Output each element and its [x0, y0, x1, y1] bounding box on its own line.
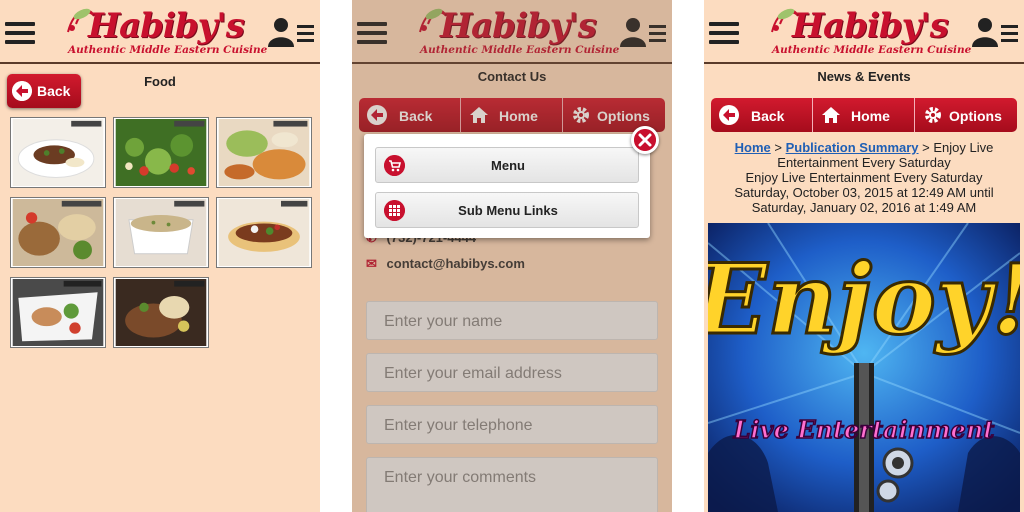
breadcrumb-separator: >: [774, 140, 782, 155]
close-icon[interactable]: [631, 126, 659, 154]
logo-wordmark: Habiby's: [792, 6, 949, 46]
home-button[interactable]: Home: [813, 98, 915, 132]
food-photo-icon: [115, 119, 207, 186]
brand-logo[interactable]: Habiby's Authentic Middle Eastern Cuisin…: [764, 2, 971, 62]
food-thumbnail[interactable]: [113, 197, 209, 268]
breadcrumb-summary-link[interactable]: Publication Summary: [786, 140, 919, 155]
account-menu-icon[interactable]: [970, 16, 1020, 48]
popup-submenu-label: Sub Menu Links: [458, 203, 558, 218]
breadcrumb-home-link[interactable]: Home: [735, 140, 771, 155]
poster-subline: Live Entertainment: [733, 415, 995, 444]
food-thumbnail[interactable]: [216, 197, 312, 268]
back-button-label: Back: [37, 83, 71, 99]
food-thumbnail[interactable]: [10, 277, 106, 348]
home-button-label: Home: [851, 108, 890, 124]
food-photo-icon: [12, 199, 104, 266]
hamburger-menu-icon[interactable]: [709, 22, 739, 44]
food-photo-icon: [115, 279, 207, 346]
news-screen: Habiby's Authentic Middle Eastern Cuisin…: [704, 0, 1024, 512]
app-header: Habiby's Authentic Middle Eastern Cuisin…: [0, 0, 320, 64]
brand-logo[interactable]: Habiby's Authentic Middle Eastern Cuisin…: [60, 2, 267, 62]
food-photo-icon: [218, 199, 310, 266]
options-popup: Menu Sub Menu Links: [364, 134, 650, 238]
food-photo-icon: [218, 119, 310, 186]
food-screen: Habiby's Authentic Middle Eastern Cuisin…: [0, 0, 320, 512]
food-thumbnail[interactable]: [216, 117, 312, 188]
food-photo-icon: [12, 279, 104, 346]
popup-submenu-button[interactable]: Sub Menu Links: [375, 192, 639, 228]
popup-menu-label: Menu: [491, 158, 525, 173]
event-poster[interactable]: Enjoy! Live Entertainment: [708, 223, 1020, 512]
options-button-label: Options: [949, 108, 1002, 124]
food-thumbnail[interactable]: [10, 197, 106, 268]
back-button[interactable]: Back: [711, 98, 813, 132]
home-icon: [822, 107, 840, 123]
food-photo-icon: [12, 119, 104, 186]
food-thumbnail[interactable]: [113, 117, 209, 188]
popup-menu-button[interactable]: Menu: [375, 147, 639, 183]
event-poster-image-icon: Enjoy! Live Entertainment: [708, 223, 1020, 512]
contact-screen: Habiby's Authentic Middle Eastern Cuisin…: [352, 0, 672, 512]
article-body: Home > Publication Summary > Enjoy Live …: [704, 140, 1024, 215]
nav-bar: Back Home Options: [711, 98, 1017, 132]
breadcrumb-separator: >: [922, 140, 930, 155]
page-title: News & Events: [817, 69, 911, 84]
event-date-range: Saturday, October 03, 2015 at 12:49 AM u…: [734, 185, 994, 215]
article-title: Enjoy Live Entertainment Every Saturday: [745, 170, 983, 185]
food-thumbnail[interactable]: [113, 277, 209, 348]
options-button[interactable]: Options: [915, 98, 1017, 132]
breadcrumb: Home > Publication Summary > Enjoy Live …: [704, 140, 1024, 170]
gear-icon: [925, 107, 941, 123]
logo-wordmark: Habiby's: [88, 6, 245, 46]
back-arrow-icon: [12, 81, 32, 101]
app-header: Habiby's Authentic Middle Eastern Cuisin…: [704, 0, 1024, 64]
back-button[interactable]: Back: [7, 74, 81, 108]
food-photo-icon: [115, 199, 207, 266]
back-arrow-icon: [719, 105, 739, 125]
hamburger-menu-icon[interactable]: [5, 22, 35, 44]
logo-tagline: Authentic Middle Eastern Cuisine: [772, 44, 972, 56]
food-thumbnail[interactable]: [10, 117, 106, 188]
modal-overlay[interactable]: [352, 0, 672, 512]
back-button-label: Back: [751, 108, 785, 124]
poster-headline: Enjoy!: [708, 243, 1020, 356]
account-menu-icon[interactable]: [266, 16, 316, 48]
logo-tagline: Authentic Middle Eastern Cuisine: [68, 44, 268, 56]
